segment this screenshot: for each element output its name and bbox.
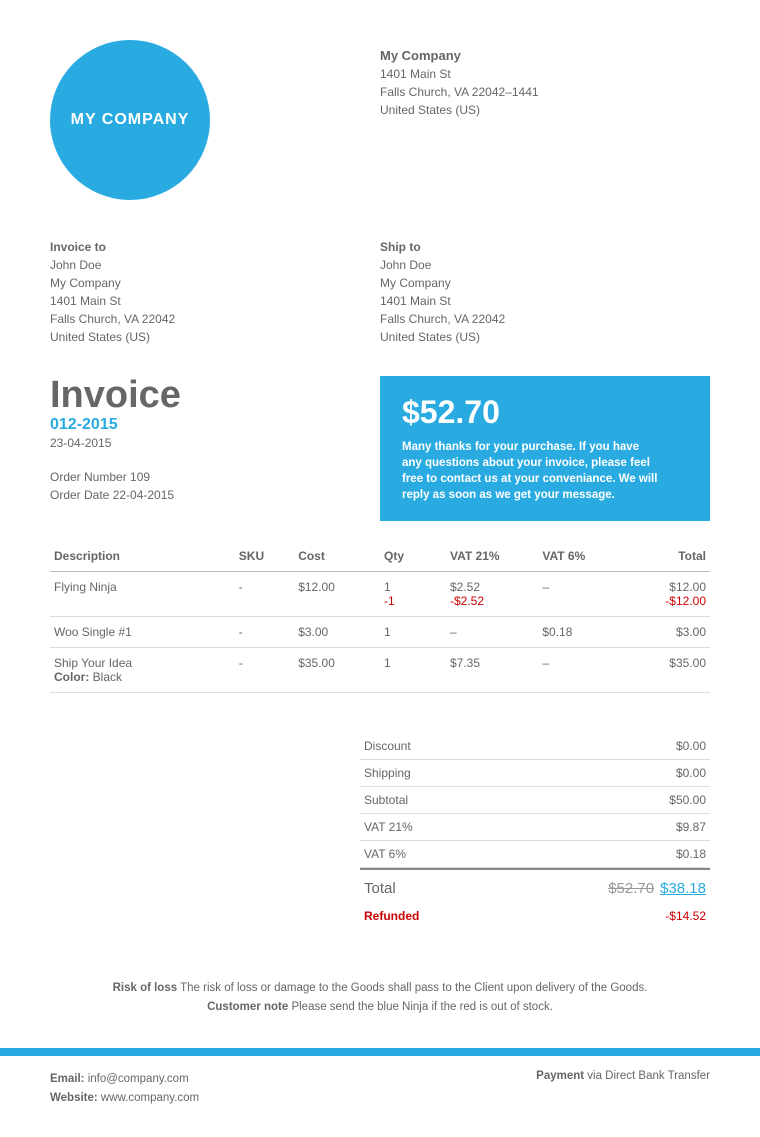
invoice-number: 012-2015: [50, 416, 380, 434]
total-row: Total $52.70$38.18: [360, 868, 710, 903]
table-row: Flying Ninja-$12.001-1$2.52-$2.52–$12.00…: [50, 572, 710, 617]
table-row: Ship Your IdeaColor: Black-$35.001$7.35–…: [50, 648, 710, 693]
accent-bar: [0, 1048, 760, 1056]
total-old: $52.70: [608, 880, 654, 897]
summary-block: Discount$0.00 Shipping$0.00 Subtotal$50.…: [360, 733, 710, 929]
total-new: $38.18: [660, 880, 706, 897]
order-date: Order Date 22-04-2015: [50, 486, 380, 504]
refunded-row: Refunded -$14.52: [360, 903, 710, 929]
company-name: My Company: [380, 48, 710, 63]
col-vat6: VAT 6%: [538, 541, 617, 572]
invoice-amount-box: $52.70 Many thanks for your purchase. If…: [380, 376, 710, 521]
invoice-title: Invoice: [50, 376, 380, 414]
company-country: United States (US): [380, 101, 710, 119]
table-row: Woo Single #1-$3.001–$0.18$3.00: [50, 617, 710, 648]
col-description: Description: [50, 541, 235, 572]
col-vat21: VAT 21%: [446, 541, 538, 572]
col-sku: SKU: [235, 541, 294, 572]
col-cost: Cost: [294, 541, 380, 572]
company-logo: MY COMPANY: [50, 40, 210, 200]
logo-text: MY COMPANY: [71, 111, 190, 129]
company-addr1: 1401 Main St: [380, 65, 710, 83]
invoice-amount: $52.70: [402, 394, 660, 431]
col-total: Total: [618, 541, 710, 572]
header: MY COMPANY My Company 1401 Main St Falls…: [50, 40, 710, 200]
col-qty: Qty: [380, 541, 446, 572]
invoice-meta: Invoice 012-2015 23-04-2015 Order Number…: [50, 376, 380, 521]
line-items-table: Description SKU Cost Qty VAT 21% VAT 6% …: [50, 541, 710, 693]
invoice-date: 23-04-2015: [50, 436, 380, 450]
thank-you-text: Many thanks for your purchase. If you ha…: [402, 439, 660, 503]
invoice-to-block: Invoice to John Doe My Company 1401 Main…: [50, 240, 380, 346]
ship-to-block: Ship to John Doe My Company 1401 Main St…: [380, 240, 710, 346]
company-address: My Company 1401 Main St Falls Church, VA…: [380, 40, 710, 200]
footer-notes: Risk of loss The risk of loss or damage …: [50, 979, 710, 1016]
company-addr2: Falls Church, VA 22042–1441: [380, 83, 710, 101]
page-footer: Email: info@company.com Website: www.com…: [0, 1056, 760, 1137]
order-number: Order Number 109: [50, 468, 380, 486]
ship-to-label: Ship to: [380, 240, 710, 254]
invoice-to-label: Invoice to: [50, 240, 380, 254]
